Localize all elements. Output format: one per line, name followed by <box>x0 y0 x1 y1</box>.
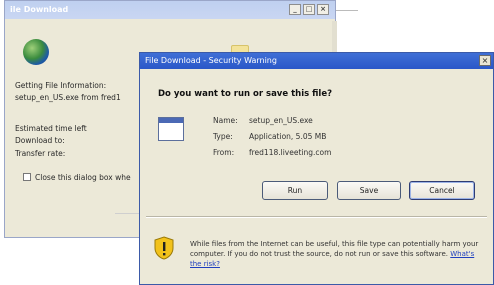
background-window-title: ile Download <box>10 5 69 14</box>
file-icon <box>158 117 184 141</box>
shield-warning-icon <box>154 236 174 260</box>
globe-icon <box>23 39 49 65</box>
close-icon[interactable]: × <box>479 55 491 66</box>
cancel-button[interactable]: Cancel <box>409 181 475 200</box>
warning-message: While files from the Internet can be use… <box>190 240 479 258</box>
maximize-button[interactable]: □ <box>303 4 315 15</box>
name-value: setup_en_US.exe <box>249 116 313 125</box>
getting-info-label: Getting File Information: <box>15 81 107 90</box>
download-to-label: Download to: <box>15 136 65 145</box>
security-warning-text: While files from the Internet can be use… <box>190 239 485 269</box>
name-label: Name: <box>213 116 238 125</box>
file-source-text: setup_en_US.exe from fred1 <box>15 93 121 102</box>
background-close-button[interactable]: × <box>317 4 329 15</box>
dialog-titlebar: File Download - Security Warning × <box>140 53 493 69</box>
minimize-button[interactable]: _ <box>289 4 301 15</box>
close-when-done-label: Close this dialog box whe <box>35 173 131 182</box>
estimated-time-label: Estimated time left <box>15 124 87 133</box>
type-label: Type: <box>213 132 233 141</box>
run-button[interactable]: Run <box>262 181 328 200</box>
from-value: fred118.liveeting.com <box>249 148 332 157</box>
from-label: From: <box>213 148 235 157</box>
save-button[interactable]: Save <box>337 181 401 200</box>
type-value: Application, 5.05 MB <box>249 132 327 141</box>
dialog-separator <box>146 216 487 218</box>
security-warning-dialog: File Download - Security Warning × Do yo… <box>139 52 494 285</box>
close-when-done-checkbox[interactable] <box>23 173 31 181</box>
background-divider-line <box>336 10 358 11</box>
dialog-title: File Download - Security Warning <box>145 56 277 65</box>
dialog-question: Do you want to run or save this file? <box>158 89 333 99</box>
background-window-titlebar: ile Download _ □ × <box>5 1 335 19</box>
transfer-rate-label: Transfer rate: <box>15 149 66 158</box>
